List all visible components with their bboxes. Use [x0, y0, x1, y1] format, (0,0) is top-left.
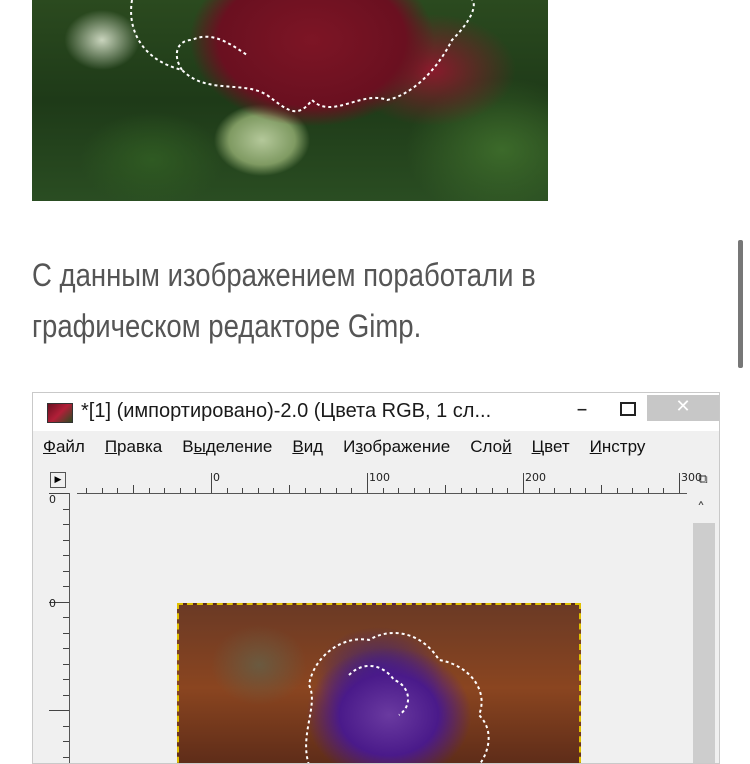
ruler-tick: [413, 488, 415, 493]
gimp-window: *[1] (импортировано)-2.0 (Цвета RGB, 1 с…: [32, 392, 720, 764]
menu-item[interactable]: Изображение: [343, 437, 450, 457]
ruler-tick: [63, 617, 69, 618]
ruler-tick: [226, 488, 228, 493]
ruler-tick: [63, 756, 69, 758]
ruler-tick: [632, 488, 634, 493]
caption-line-2: графическом редакторе Gimp.: [32, 308, 422, 344]
ruler-tick: [63, 694, 69, 696]
ruler-tick: [616, 488, 618, 493]
ruler-tick: [647, 488, 649, 493]
horizontal-ruler[interactable]: 0 100 200 300: [77, 471, 702, 494]
ruler-tick: [148, 488, 150, 493]
ruler-tick: [86, 488, 88, 493]
ruler-tick: [538, 488, 540, 493]
ruler-tick: [211, 473, 212, 493]
ruler-tick: [507, 488, 509, 493]
ruler-tick: [242, 488, 244, 493]
maximize-button[interactable]: [615, 399, 641, 425]
ruler-tick: [257, 488, 259, 493]
menu-bar: Файл Правка Выделение Вид Изображение Слой Цве…: [43, 437, 719, 463]
ruler-tick: [491, 488, 493, 493]
ruler-tick: [335, 488, 337, 493]
ruler-tick: [429, 488, 431, 493]
selection-outline-canvas: [305, 631, 490, 763]
ruler-tick: [663, 488, 665, 493]
scroll-up-icon[interactable]: ˄: [689, 499, 713, 519]
ruler-tick: [63, 679, 69, 680]
ruler-tick: [63, 570, 69, 572]
ruler-tick: [304, 488, 306, 493]
ruler-label: 0: [49, 493, 56, 506]
ruler-tick: [63, 555, 69, 556]
ruler-tick: [133, 485, 134, 493]
ruler-tick: [179, 488, 181, 493]
ruler-label: 200: [525, 471, 546, 484]
menu-item[interactable]: Выделение: [182, 437, 272, 457]
ruler-tick: [63, 725, 69, 727]
ruler-label: 100: [369, 471, 390, 484]
menu-item[interactable]: Правка: [105, 437, 162, 457]
ruler-label: 0: [49, 597, 56, 610]
ruler-tick: [476, 488, 478, 493]
ruler-tick: [63, 524, 69, 525]
vertical-ruler[interactable]: 00: [47, 493, 70, 763]
ruler-tick: [320, 488, 322, 493]
ruler-tick: [63, 632, 69, 634]
ruler-tick: [445, 485, 446, 493]
ruler-tick: [382, 488, 384, 493]
caption-line-1: С данным изображением поработали в: [32, 257, 536, 293]
ruler-tick: [569, 488, 571, 493]
ruler-tick: [398, 488, 400, 493]
ruler-tick: [63, 508, 69, 510]
ruler-tick: [63, 741, 69, 742]
ruler-tick: [585, 488, 587, 493]
ruler-tick: [101, 488, 103, 493]
menu-item[interactable]: Инстру: [590, 437, 646, 457]
ruler-tick: [367, 473, 368, 493]
image-canvas[interactable]: [177, 603, 581, 763]
ruler-tick: [63, 539, 69, 541]
ruler-tick: [63, 663, 69, 665]
ruler-tick: [195, 488, 197, 493]
ruler-tick: [273, 488, 275, 493]
ruler-tick: [289, 485, 290, 493]
ruler-tick: [164, 488, 166, 493]
ruler-tick: [49, 710, 69, 711]
rose-photo-top: [32, 0, 548, 201]
title-bar[interactable]: *[1] (импортировано)-2.0 (Цвета RGB, 1 с…: [33, 393, 719, 431]
menu-item[interactable]: Файл: [43, 437, 85, 457]
ruler-tick: [601, 485, 602, 493]
selection-outline-top: [130, 0, 475, 113]
menu-item[interactable]: Слой: [470, 437, 511, 457]
close-button[interactable]: ✕: [647, 395, 719, 421]
ruler-tick: [554, 488, 556, 493]
vertical-scrollbar[interactable]: [693, 523, 715, 763]
minimize-button[interactable]: –: [569, 399, 595, 425]
ruler-tick: [63, 586, 69, 587]
navigate-icon[interactable]: ▶: [50, 472, 66, 488]
zoom-fit-icon[interactable]: ⧉: [695, 472, 711, 488]
ruler-label: 0: [213, 471, 220, 484]
ruler-tick: [460, 488, 462, 493]
menu-item[interactable]: Цвет: [532, 437, 570, 457]
gimp-image-icon: [47, 403, 73, 423]
page-scroll-indicator[interactable]: [738, 240, 743, 368]
ruler-tick: [117, 488, 119, 493]
article-caption: С данным изображением поработали в графи…: [32, 250, 720, 352]
ruler-tick: [523, 473, 524, 493]
ruler-tick: [63, 648, 69, 649]
window-title: *[1] (импортировано)-2.0 (Цвета RGB, 1 с…: [81, 400, 492, 422]
ruler-tick: [679, 473, 680, 493]
menu-item[interactable]: Вид: [292, 437, 323, 457]
ruler-tick: [351, 488, 353, 493]
